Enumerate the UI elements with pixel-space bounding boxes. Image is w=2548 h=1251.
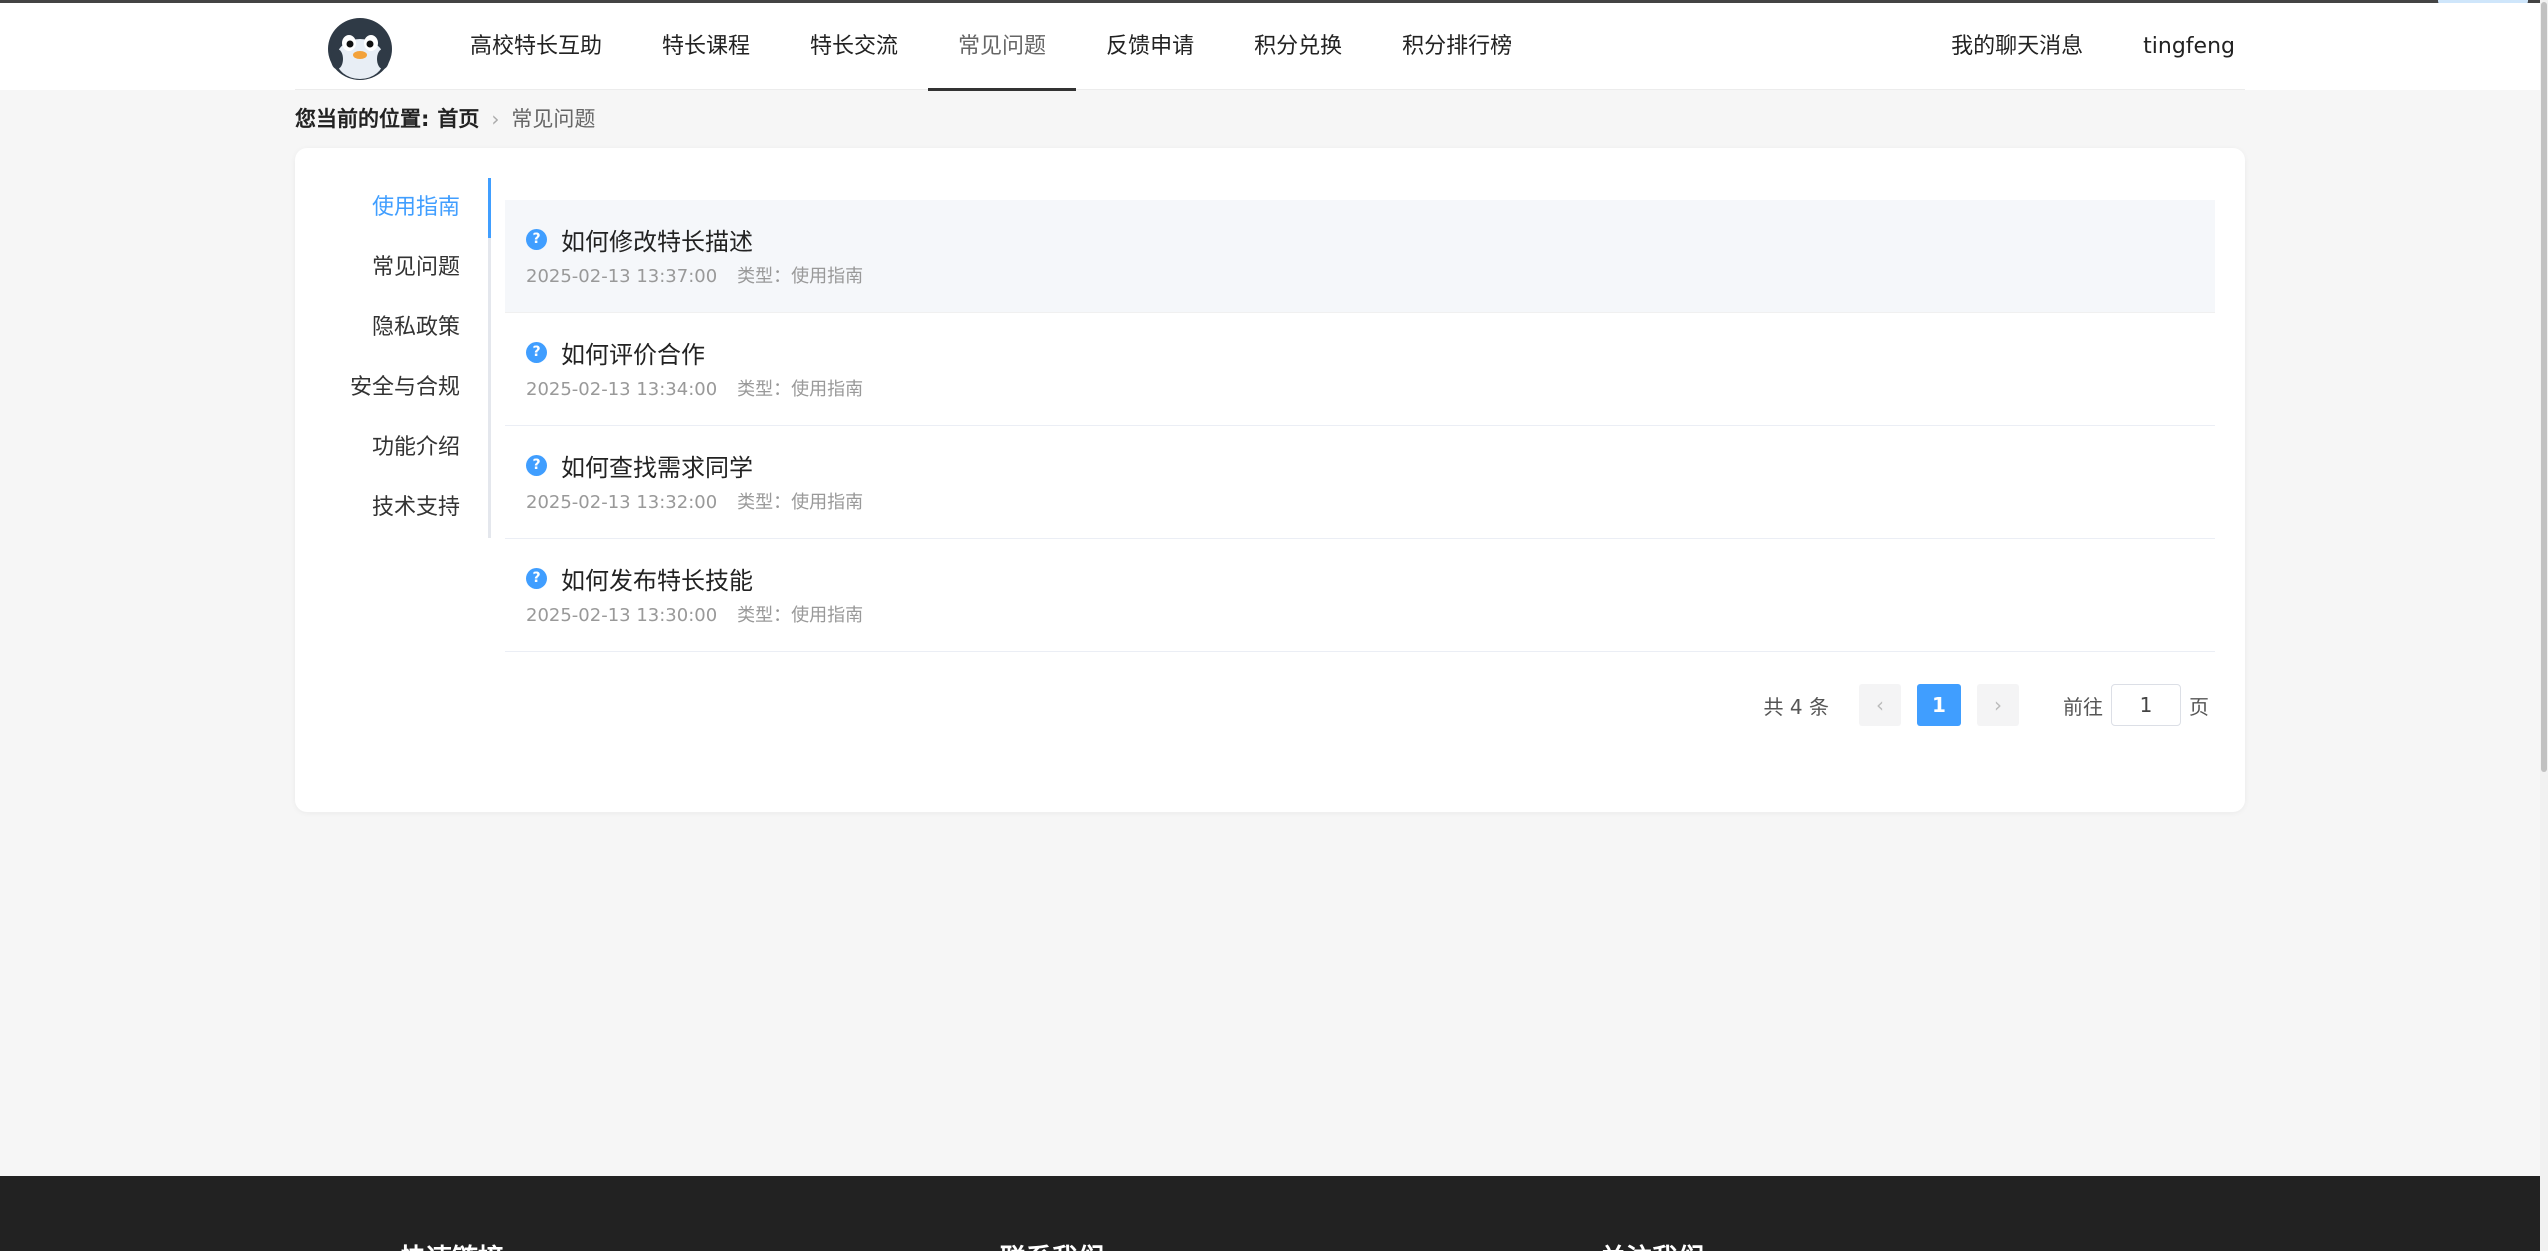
faq-list: ? 如何修改特长描述 2025-02-13 13:37:00 类型：使用指南 ? … (505, 200, 2215, 652)
faq-title-row: ? 如何评价合作 (526, 313, 2215, 369)
footer-contact-heading: 联系我们 (1000, 1238, 1104, 1251)
faq-type: 类型：使用指南 (737, 492, 864, 513)
faq-title[interactable]: 如何查找需求同学 (561, 448, 753, 483)
faq-title-row: ? 如何修改特长描述 (526, 200, 2215, 256)
faq-title[interactable]: 如何发布特长技能 (561, 561, 753, 596)
footer: 快速链接 联系我们 关注我们 (0, 1176, 2540, 1251)
faq-time: 2025-02-13 13:37:00 (526, 266, 718, 287)
sidebar-item-faq[interactable]: 常见问题 (295, 238, 488, 298)
nav-item-faq[interactable]: 常见问题 (928, 3, 1077, 91)
category-sidebar: 使用指南 常见问题 隐私政策 安全与合规 功能介绍 技术支持 (295, 178, 491, 538)
nav-item-exchange[interactable]: 特长交流 (780, 3, 928, 90)
prev-page-button[interactable]: ‹ (1859, 684, 1901, 726)
nav-item-home[interactable]: 高校特长互助 (440, 3, 632, 90)
header-inner: 高校特长互助 特长课程 特长交流 常见问题 反馈申请 积分兑换 积分排行榜 我的… (295, 3, 2245, 91)
faq-meta: 2025-02-13 13:32:00 类型：使用指南 (526, 488, 2215, 514)
faq-time: 2025-02-13 13:32:00 (526, 492, 718, 513)
nav-item-feedback[interactable]: 反馈申请 (1076, 3, 1224, 90)
goto-label: 前往 (2063, 694, 2103, 719)
pagination-total: 共 4 条 (1763, 694, 1829, 719)
faq-meta: 2025-02-13 13:34:00 类型：使用指南 (526, 375, 2215, 401)
chevron-left-icon: ‹ (1876, 693, 1884, 717)
main-nav: 高校特长互助 特长课程 特长交流 常见问题 反馈申请 积分兑换 积分排行榜 (440, 3, 1542, 91)
list-item[interactable]: ? 如何查找需求同学 2025-02-13 13:32:00 类型：使用指南 (505, 426, 2215, 539)
faq-card: 使用指南 常见问题 隐私政策 安全与合规 功能介绍 技术支持 ? 如何修改特长描… (295, 148, 2245, 812)
penguin-logo-icon (328, 18, 392, 80)
faq-meta: 2025-02-13 13:37:00 类型：使用指南 (526, 262, 2215, 288)
question-circle-icon: ? (526, 228, 547, 250)
question-circle-icon: ? (526, 454, 547, 476)
faq-title[interactable]: 如何修改特长描述 (561, 222, 753, 257)
breadcrumb: 您当前的位置: 首页 › 常见问题 (295, 104, 595, 134)
pagination: 共 4 条 ‹ 1 › 前往 页 (1764, 684, 2209, 726)
breadcrumb-label: 您当前的位置: (295, 107, 430, 131)
breadcrumb-current: 常见问题 (511, 107, 596, 131)
faq-meta: 2025-02-13 13:30:00 类型：使用指南 (526, 601, 2215, 627)
penguin-logo[interactable] (325, 15, 395, 81)
question-circle-icon: ? (526, 341, 547, 363)
page-scrollbar[interactable] (2540, 0, 2548, 1251)
faq-title-row: ? 如何发布特长技能 (526, 539, 2215, 595)
faq-type: 类型：使用指南 (737, 605, 864, 626)
goto-page-input[interactable] (2111, 684, 2181, 726)
faq-type: 类型：使用指南 (737, 379, 864, 400)
sidebar-item-security[interactable]: 安全与合规 (295, 358, 488, 418)
page-number-button[interactable]: 1 (1917, 684, 1961, 726)
breadcrumb-home[interactable]: 首页 (437, 104, 479, 134)
chevron-right-icon: › (1994, 693, 2002, 717)
user-menu[interactable]: tingfeng (2113, 3, 2235, 90)
faq-type: 类型：使用指南 (737, 266, 864, 287)
sidebar-item-features[interactable]: 功能介绍 (295, 418, 488, 478)
footer-quick-links-heading: 快速链接 (400, 1238, 504, 1251)
chat-messages-link[interactable]: 我的聊天消息 (1921, 3, 2113, 90)
header-right: 我的聊天消息 tingfeng (1921, 3, 2235, 90)
next-page-button[interactable]: › (1977, 684, 2019, 726)
faq-time: 2025-02-13 13:34:00 (526, 379, 718, 400)
footer-follow-heading: 关注我们 (1600, 1238, 1704, 1251)
sidebar-item-support[interactable]: 技术支持 (295, 478, 488, 538)
header: 高校特长互助 特长课程 特长交流 常见问题 反馈申请 积分兑换 积分排行榜 我的… (0, 3, 2540, 91)
list-item[interactable]: ? 如何评价合作 2025-02-13 13:34:00 类型：使用指南 (505, 313, 2215, 426)
sidebar-item-privacy[interactable]: 隐私政策 (295, 298, 488, 358)
nav-item-courses[interactable]: 特长课程 (632, 3, 780, 90)
faq-title-row: ? 如何查找需求同学 (526, 426, 2215, 482)
faq-time: 2025-02-13 13:30:00 (526, 605, 718, 626)
sidebar-item-guide[interactable]: 使用指南 (295, 178, 491, 238)
page-suffix: 页 (2189, 694, 2209, 719)
list-item[interactable]: ? 如何发布特长技能 2025-02-13 13:30:00 类型：使用指南 (505, 539, 2215, 652)
nav-item-leaderboard[interactable]: 积分排行榜 (1372, 3, 1542, 90)
list-item[interactable]: ? 如何修改特长描述 2025-02-13 13:37:00 类型：使用指南 (505, 200, 2215, 313)
chevron-right-icon: › (491, 107, 500, 131)
question-circle-icon: ? (526, 567, 547, 589)
nav-item-points-exchange[interactable]: 积分兑换 (1224, 3, 1372, 90)
faq-title[interactable]: 如何评价合作 (561, 335, 705, 370)
scrollbar-thumb[interactable] (2541, 2, 2547, 772)
